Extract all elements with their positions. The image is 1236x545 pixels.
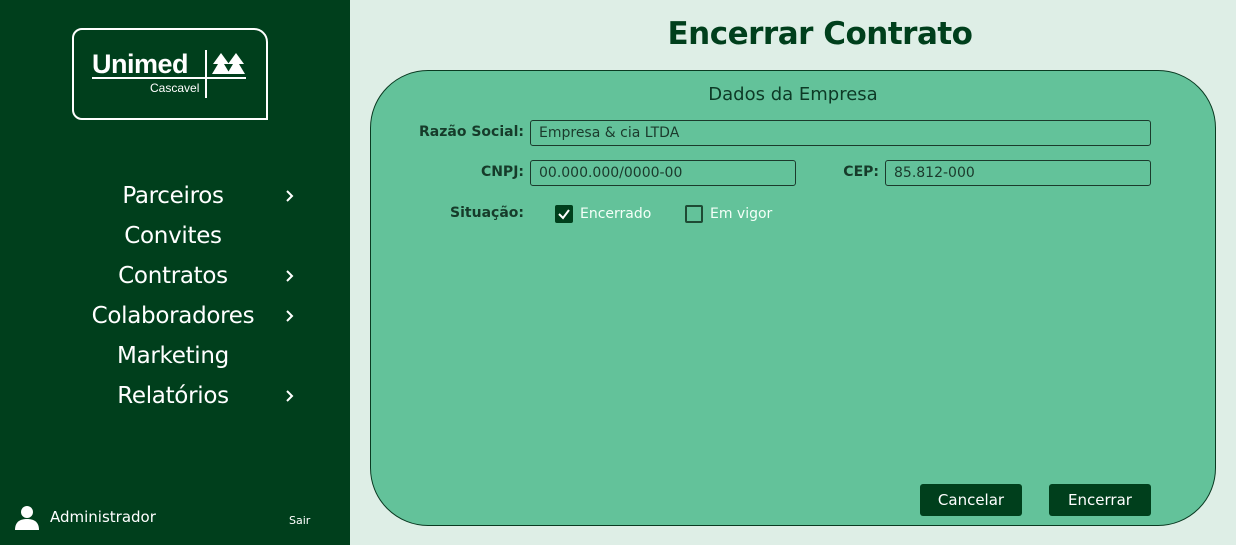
situacao-label: Situação:	[450, 205, 524, 221]
sidebar-item-parceiros[interactable]: Parceiros	[0, 176, 350, 216]
encerrado-option[interactable]: Encerrado	[555, 205, 651, 223]
sidebar-nav: Parceiros Convites Contratos Colaborador…	[0, 176, 350, 416]
encerrado-label: Encerrado	[580, 206, 652, 222]
em-vigor-option[interactable]: Em vigor	[685, 205, 772, 223]
cnpj-input[interactable]	[530, 160, 796, 186]
sidebar-item-relatorios[interactable]: Relatórios	[0, 376, 350, 416]
brand-logo-text: Unimed	[92, 49, 189, 79]
sidebar-item-contratos[interactable]: Contratos	[0, 256, 350, 296]
unimed-trees-icon	[212, 53, 245, 74]
user-name: Administrador	[50, 508, 156, 526]
section-title: Dados da Empresa	[708, 84, 878, 105]
user-icon	[15, 506, 39, 530]
sidebar-item-label: Relatórios	[117, 383, 229, 409]
sidebar-item-label: Contratos	[118, 263, 228, 289]
encerrar-button[interactable]: Encerrar	[1049, 484, 1151, 516]
sidebar-item-marketing[interactable]: Marketing	[0, 336, 350, 376]
cep-input[interactable]	[885, 160, 1151, 186]
page-title: Encerrar Contrato	[667, 16, 973, 52]
cep-label: CEP:	[843, 164, 879, 180]
chevron-right-icon	[286, 390, 294, 402]
cancel-button[interactable]: Cancelar	[920, 484, 1022, 516]
encerrado-checkbox[interactable]	[555, 205, 573, 223]
logout-link[interactable]: Sair	[289, 514, 310, 527]
razao-social-label: Razão Social:	[419, 124, 524, 140]
razao-social-input[interactable]	[530, 120, 1151, 146]
chevron-right-icon	[286, 310, 294, 322]
sidebar-item-convites[interactable]: Convites	[0, 216, 350, 256]
chevron-right-icon	[286, 270, 294, 282]
sidebar-item-label: Convites	[124, 223, 222, 249]
brand-city: Cascavel	[150, 81, 200, 95]
sidebar-item-label: Marketing	[117, 343, 229, 369]
cnpj-label: CNPJ:	[480, 164, 524, 180]
sidebar-item-label: Colaboradores	[91, 303, 255, 329]
chevron-right-icon	[286, 190, 294, 202]
em-vigor-label: Em vigor	[710, 206, 773, 222]
logo-divider	[205, 50, 207, 98]
sidebar-item-colaboradores[interactable]: Colaboradores	[0, 296, 350, 336]
em-vigor-checkbox[interactable]	[685, 205, 703, 223]
sidebar: Unimed Cascavel Parceiros Convites Contr…	[0, 0, 350, 545]
check-icon	[558, 209, 570, 220]
sidebar-item-label: Parceiros	[122, 183, 224, 209]
